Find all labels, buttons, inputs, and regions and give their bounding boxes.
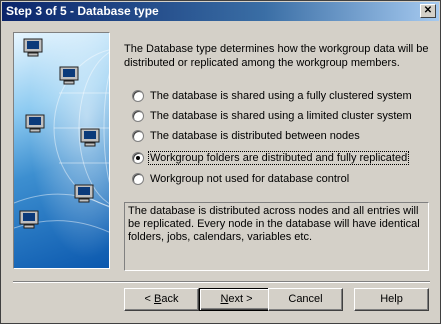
option-label: The database is shared using a fully clu… — [150, 90, 412, 102]
cancel-button[interactable]: Cancel — [268, 288, 343, 311]
back-button[interactable]: < Back — [124, 288, 199, 311]
wizard-window: Step 3 of 5 - Database type ✕ The Databa… — [0, 0, 441, 324]
back-rest: ack — [161, 293, 179, 305]
option-label: Workgroup not used for database control — [150, 173, 350, 185]
wizard-side-image — [13, 32, 110, 269]
intro-text: The Database type determines how the wor… — [124, 43, 429, 69]
description-box: The database is distributed across nodes… — [124, 202, 429, 271]
title-bar: Step 3 of 5 - Database type ✕ — [2, 2, 439, 21]
close-icon: ✕ — [423, 5, 433, 16]
radio-button[interactable] — [132, 90, 144, 102]
radio-button[interactable] — [132, 173, 144, 185]
close-button[interactable]: ✕ — [420, 4, 436, 18]
radio-button-selected[interactable] — [132, 152, 144, 164]
help-button[interactable]: Help — [354, 288, 429, 311]
next-button[interactable]: Next > — [199, 288, 274, 311]
option-not-used[interactable]: Workgroup not used for database control — [132, 171, 350, 187]
radio-button[interactable] — [132, 110, 144, 122]
button-separator — [13, 281, 430, 283]
next-suffix: > — [243, 293, 253, 305]
option-fully-replicated[interactable]: Workgroup folders are distributed and fu… — [132, 150, 410, 166]
option-label: Workgroup folders are distributed and fu… — [147, 151, 410, 165]
next-rest: ext — [228, 293, 244, 305]
window-title: Step 3 of 5 - Database type — [6, 4, 159, 18]
option-label: The database is shared using a limited c… — [150, 110, 412, 122]
back-prefix: < — [144, 293, 154, 305]
option-distributed-nodes[interactable]: The database is distributed between node… — [132, 128, 361, 144]
option-fully-clustered[interactable]: The database is shared using a fully clu… — [132, 88, 413, 104]
option-limited-cluster[interactable]: The database is shared using a limited c… — [132, 108, 413, 124]
radio-button[interactable] — [132, 130, 144, 142]
network-illustration — [14, 33, 109, 268]
option-label: The database is distributed between node… — [150, 130, 360, 142]
